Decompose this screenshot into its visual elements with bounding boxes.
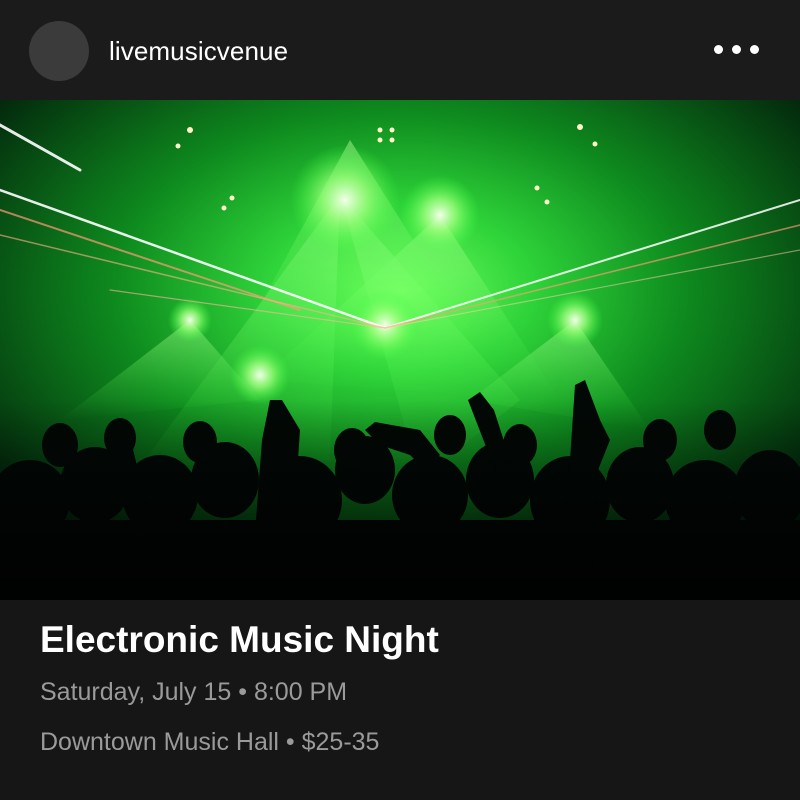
username[interactable]: livemusicvenue [109, 35, 288, 67]
event-details: Electronic Music Night Saturday, July 15… [0, 600, 800, 800]
more-dot [714, 45, 723, 54]
concert-illustration [0, 100, 800, 600]
more-dot [732, 45, 741, 54]
event-title: Electronic Music Night [40, 619, 439, 660]
event-location-price: Downtown Music Hall • $25-35 [40, 728, 380, 756]
event-photo[interactable] [0, 100, 800, 600]
more-dot [750, 45, 759, 54]
post-header: livemusicvenue [0, 0, 800, 100]
avatar[interactable] [29, 21, 89, 81]
event-post: livemusicvenue Electronic Music Night Sa… [0, 0, 800, 800]
more-options-icon[interactable] [708, 35, 768, 65]
event-datetime: Saturday, July 15 • 8:00 PM [40, 678, 348, 706]
